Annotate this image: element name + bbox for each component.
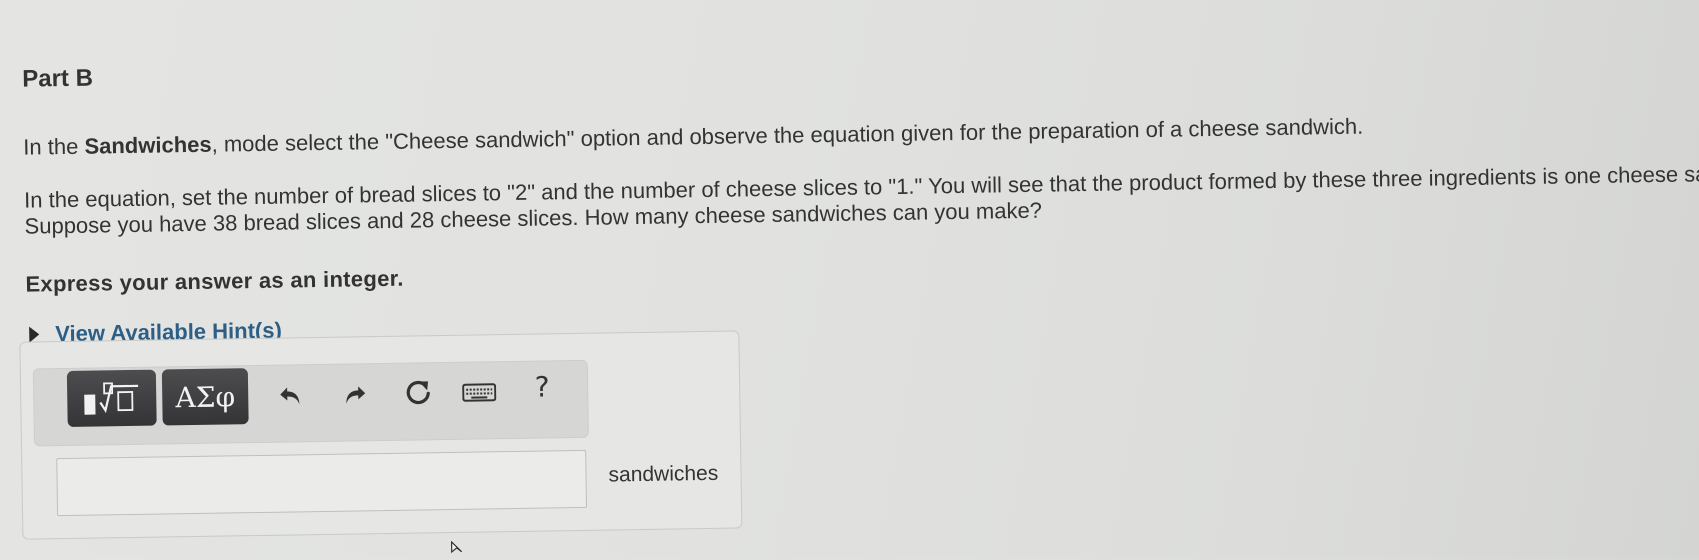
question-page: Part B In the Sandwiches, mode select th… (0, 0, 1699, 557)
part-title: Part B (22, 65, 93, 94)
symbols-label: ΑΣφ (175, 380, 235, 414)
answer-unit-label: sandwiches (608, 462, 718, 488)
question-text: In the (23, 134, 85, 160)
keyboard-button[interactable] (459, 372, 500, 413)
mouse-pointer-icon (451, 541, 471, 553)
templates-button[interactable] (67, 370, 157, 427)
answer-input[interactable] (56, 450, 587, 516)
undo-icon (277, 383, 305, 407)
question-paragraph-1: In the Sandwiches, mode select the "Chee… (23, 114, 1363, 161)
undo-button[interactable] (271, 375, 312, 416)
solid-square-icon (84, 395, 95, 415)
reset-icon (403, 378, 433, 408)
expand-triangle-icon (29, 326, 39, 342)
redo-icon (340, 382, 368, 406)
answer-instruction: Express your answer as an integer. (25, 266, 404, 298)
question-text: , mode select the "Cheese sandwich" opti… (211, 114, 1363, 157)
reset-button[interactable] (398, 373, 439, 414)
answer-panel: ΑΣφ ? (19, 330, 742, 539)
radical-template-icon (98, 382, 140, 415)
help-icon: ? (534, 370, 549, 403)
help-button[interactable]: ? (522, 366, 563, 407)
symbols-button[interactable]: ΑΣφ (162, 368, 249, 425)
mode-name: Sandwiches (84, 132, 212, 159)
redo-button[interactable] (334, 374, 375, 415)
templates-icon (84, 382, 140, 415)
keyboard-icon (462, 381, 496, 404)
